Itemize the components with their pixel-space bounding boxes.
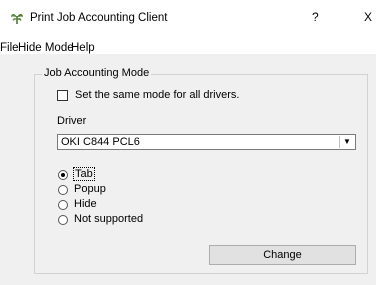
window-title: Print Job Accounting Client (30, 12, 168, 24)
title-bar: Print Job Accounting Client ? X (0, 0, 376, 34)
radio-popup-label[interactable]: Popup (74, 183, 106, 195)
radio-hide-label[interactable]: Hide (74, 198, 97, 210)
menu-bar: File Hide Mode Help (0, 34, 376, 54)
menu-file[interactable]: File (0, 42, 19, 54)
same-mode-checkbox[interactable] (57, 90, 68, 101)
radio-not-supported[interactable] (58, 215, 68, 225)
driver-select[interactable]: OKI C844 PCL6 ▼ (57, 134, 356, 150)
menu-help[interactable]: Help (71, 42, 95, 54)
radio-tab[interactable] (58, 170, 68, 180)
change-button[interactable]: Change (209, 245, 356, 265)
radio-popup[interactable] (58, 185, 68, 195)
help-button[interactable]: ? (312, 10, 319, 24)
same-mode-checkbox-label[interactable]: Set the same mode for all drivers. (75, 89, 239, 101)
radio-hide[interactable] (58, 200, 68, 210)
radio-tab-label[interactable]: Tab (73, 167, 95, 181)
close-button[interactable]: X (364, 10, 372, 24)
radio-not-supported-label[interactable]: Not supported (74, 213, 143, 225)
driver-select-value: OKI C844 PCL6 (61, 136, 140, 148)
radio-tab-text: Tab (73, 167, 95, 181)
app-icon (11, 13, 23, 24)
menu-hide-mode[interactable]: Hide Mode (18, 42, 74, 54)
driver-label: Driver (57, 115, 87, 127)
chevron-down-icon[interactable]: ▼ (339, 136, 354, 148)
group-label: Job Accounting Mode (42, 67, 152, 79)
